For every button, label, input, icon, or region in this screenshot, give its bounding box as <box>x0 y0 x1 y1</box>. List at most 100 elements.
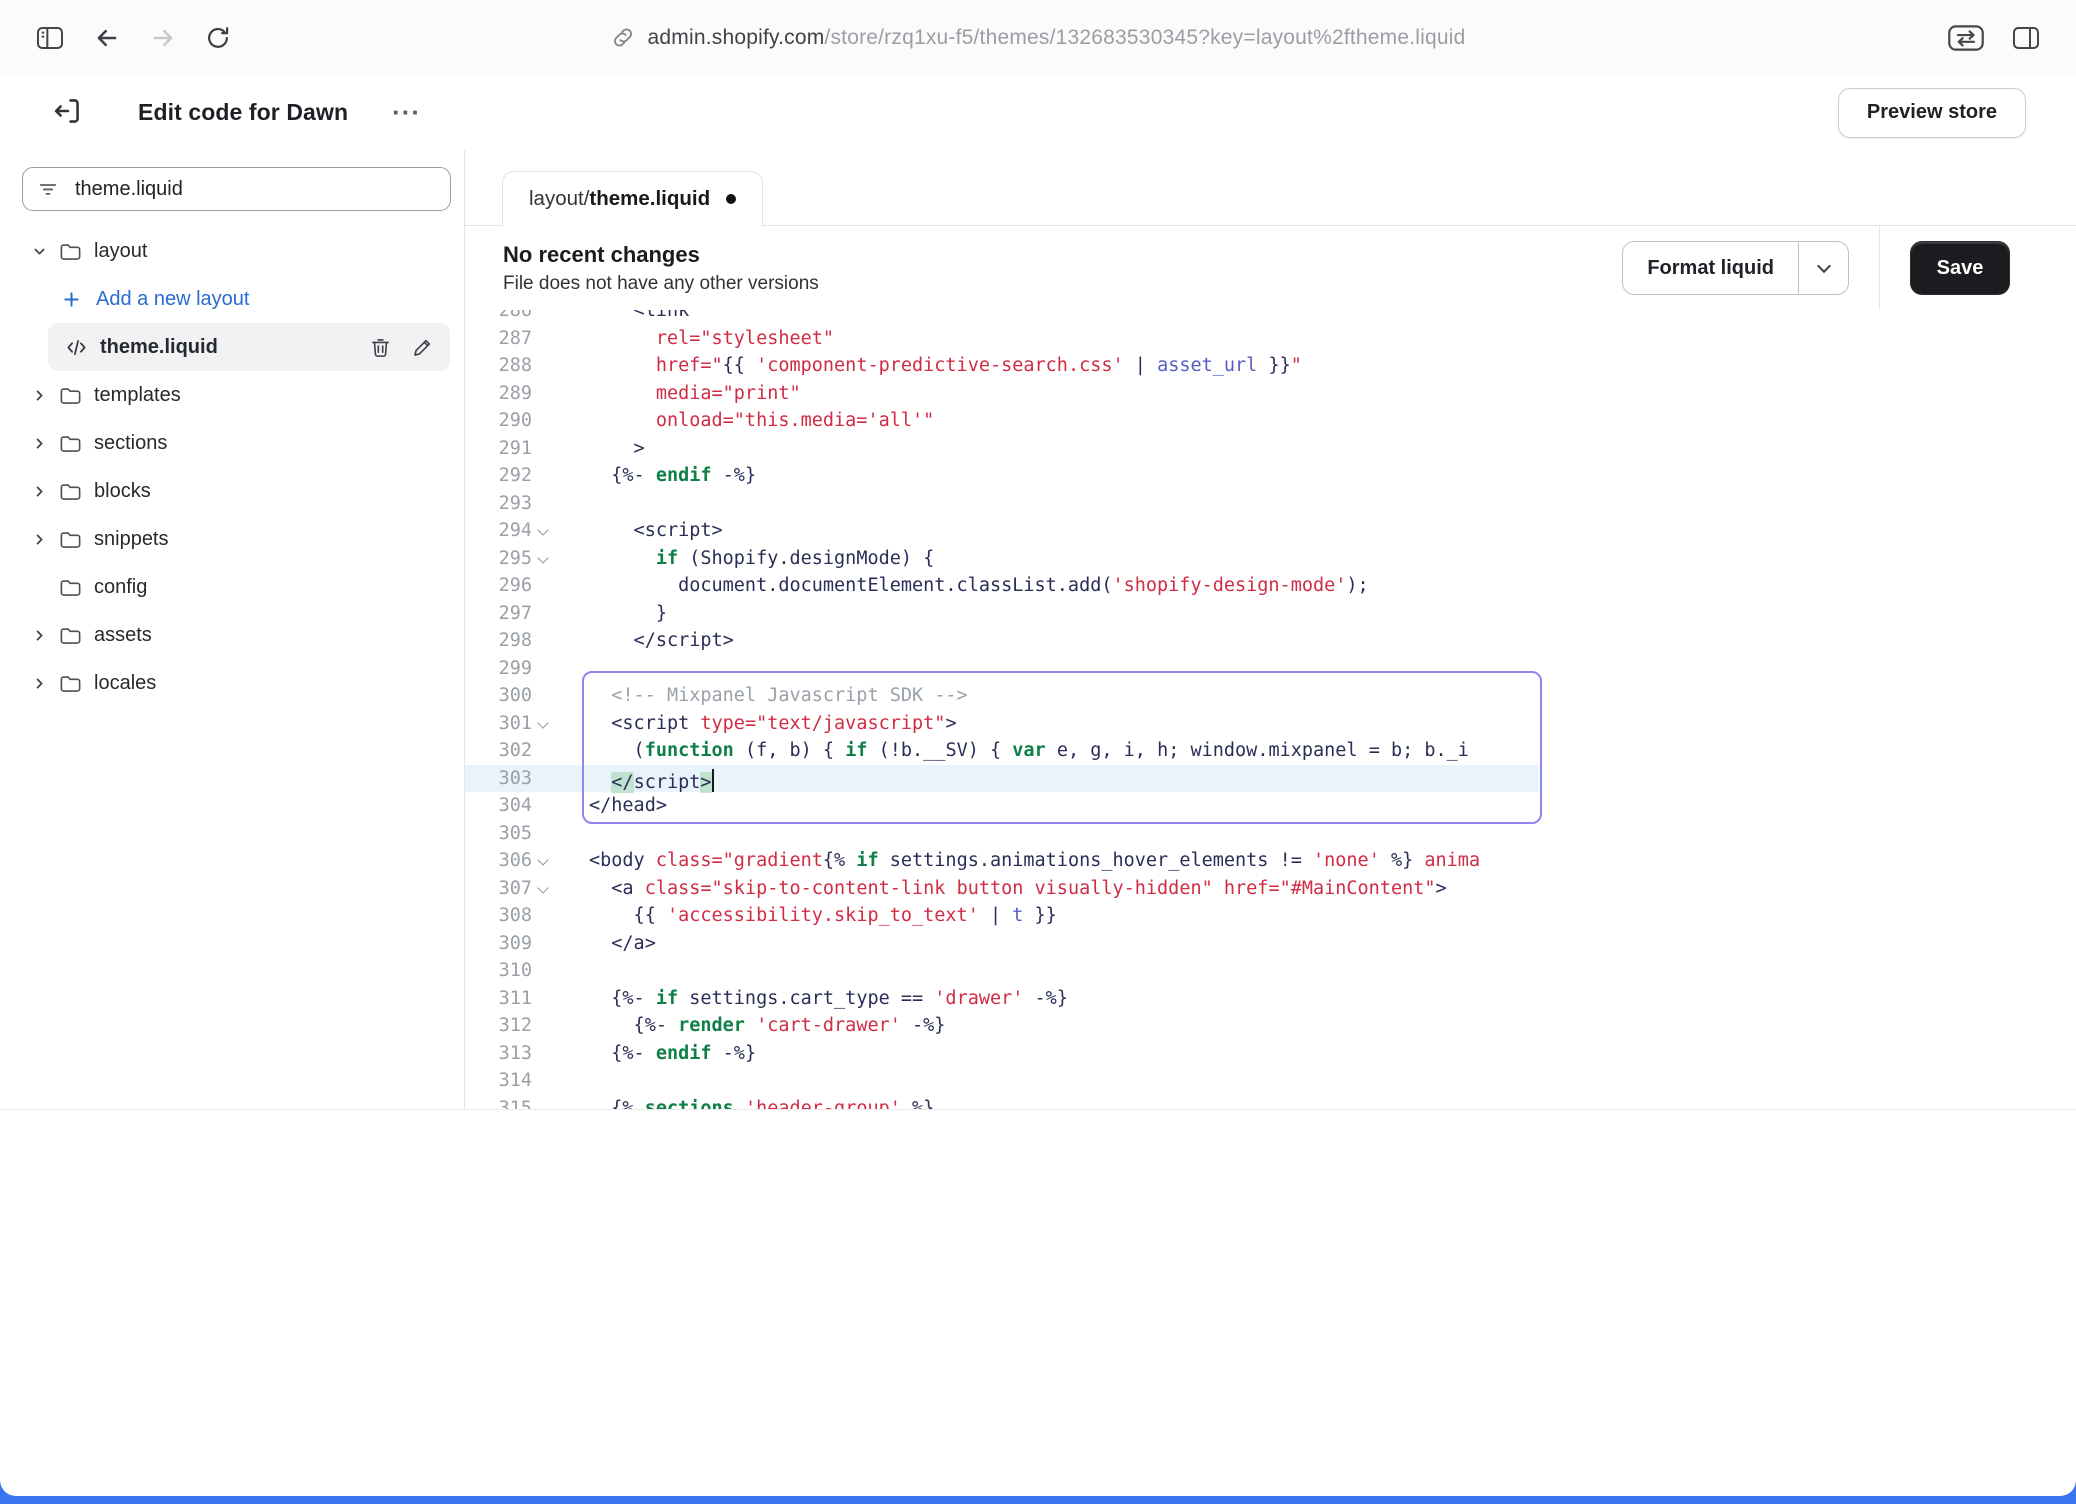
chevron-down-icon[interactable] <box>32 244 58 259</box>
chevron-right-icon[interactable] <box>32 436 58 451</box>
code-text[interactable]: media="print" <box>555 380 2076 408</box>
code-line-299[interactable]: 299 <box>465 655 2076 683</box>
code-text[interactable]: {{ 'accessibility.skip_to_text' | t }} <box>555 902 2076 930</box>
fold-toggle-icon[interactable] <box>532 710 555 738</box>
code-text[interactable]: (function (f, b) { if (!b.__SV) { var e,… <box>555 737 1542 765</box>
preview-store-button[interactable]: Preview store <box>1838 88 2026 138</box>
sidebar-item-theme-liquid[interactable]: theme.liquid <box>48 323 450 371</box>
trash-icon[interactable] <box>368 336 393 359</box>
code-text[interactable] <box>555 957 2076 985</box>
code-line-306[interactable]: 306<body class="gradient{% if settings.a… <box>465 847 2076 875</box>
code-text[interactable] <box>555 1067 2076 1095</box>
code-text[interactable]: {%- endif -%} <box>555 462 2076 490</box>
code-line-288[interactable]: 288 href="{{ 'component-predictive-searc… <box>465 352 2076 380</box>
code-line-289[interactable]: 289 media="print" <box>465 380 2076 408</box>
code-text[interactable]: {% sections 'header-group' %} <box>555 1095 2076 1110</box>
code-text[interactable]: <a class="skip-to-content-link button vi… <box>555 875 2076 903</box>
code-line-307[interactable]: 307 <a class="skip-to-content-link butto… <box>465 875 2076 903</box>
code-line-314[interactable]: 314 <box>465 1067 2076 1095</box>
sidebar-item-layout[interactable]: layout <box>22 227 450 275</box>
panel-right-toggle-icon[interactable] <box>2010 23 2042 53</box>
code-line-312[interactable]: 312 {%- render 'cart-drawer' -%} <box>465 1012 2076 1040</box>
code-text[interactable] <box>555 655 2076 683</box>
code-line-300[interactable]: 300 <!-- Mixpanel Javascript SDK --> <box>465 682 2076 710</box>
code-line-310[interactable]: 310 <box>465 957 2076 985</box>
code-text[interactable] <box>555 820 2076 848</box>
code-text[interactable]: </a> <box>555 930 2076 958</box>
code-text[interactable]: </script> <box>555 627 2076 655</box>
code-text[interactable]: <body class="gradient{% if settings.anim… <box>555 847 2076 875</box>
code-line-290[interactable]: 290 onload="this.media='all'" <box>465 407 2076 435</box>
code-line-304[interactable]: 304</head> <box>465 792 2076 820</box>
code-line-297[interactable]: 297 } <box>465 600 2076 628</box>
code-text[interactable] <box>555 490 2076 518</box>
code-text[interactable]: <!-- Mixpanel Javascript SDK --> <box>555 682 2076 710</box>
code-line-293[interactable]: 293 <box>465 490 2076 518</box>
chevron-right-icon[interactable] <box>32 628 58 643</box>
url-field[interactable]: admin.shopify.com/store/rzq1xu-f5/themes… <box>611 0 1466 75</box>
sidebar-item-blocks[interactable]: blocks <box>22 467 450 515</box>
code-line-309[interactable]: 309 </a> <box>465 930 2076 958</box>
code-line-287[interactable]: 287 rel="stylesheet" <box>465 325 2076 353</box>
code-text[interactable]: > <box>555 435 2076 463</box>
format-dropdown-button[interactable] <box>1798 242 1848 294</box>
sidebar-item-assets[interactable]: assets <box>22 611 450 659</box>
code-line-308[interactable]: 308 {{ 'accessibility.skip_to_text' | t … <box>465 902 2076 930</box>
code-text[interactable]: document.documentElement.classList.add('… <box>555 572 2076 600</box>
sidebar-toggle-icon[interactable] <box>34 23 66 53</box>
file-filter-input[interactable] <box>22 167 451 211</box>
code-line-313[interactable]: 313 {%- endif -%} <box>465 1040 2076 1068</box>
code-text[interactable]: } <box>555 600 2076 628</box>
code-text[interactable]: <script type="text/javascript"> <box>555 710 2076 738</box>
chevron-right-icon[interactable] <box>32 676 58 691</box>
code-line-303[interactable]: 303 </script> <box>465 765 2076 793</box>
code-line-286[interactable]: 286 <link <box>465 310 2076 325</box>
chevron-right-icon[interactable] <box>32 484 58 499</box>
save-button[interactable]: Save <box>1910 241 2010 295</box>
exit-button[interactable] <box>46 92 88 134</box>
code-line-291[interactable]: 291 > <box>465 435 2076 463</box>
code-line-298[interactable]: 298 </script> <box>465 627 2076 655</box>
code-text[interactable]: {%- endif -%} <box>555 1040 2076 1068</box>
code-line-305[interactable]: 305 <box>465 820 2076 848</box>
pencil-icon[interactable] <box>410 336 435 359</box>
back-icon[interactable] <box>92 23 122 53</box>
code-line-294[interactable]: 294 <script> <box>465 517 2076 545</box>
fold-toggle-icon[interactable] <box>532 875 555 903</box>
code-line-301[interactable]: 301 <script type="text/javascript"> <box>465 710 2076 738</box>
code-text[interactable]: <script> <box>555 517 2076 545</box>
sidebar-item-snippets[interactable]: snippets <box>22 515 450 563</box>
code-editor[interactable]: 286 <link287 rel="stylesheet"288 href="{… <box>465 310 2076 1109</box>
tab-theme-liquid[interactable]: layout/theme.liquid <box>502 171 763 226</box>
overflow-menu-button[interactable]: ··· <box>392 97 421 128</box>
code-text[interactable]: rel="stylesheet" <box>555 325 2076 353</box>
code-line-296[interactable]: 296 document.documentElement.classList.a… <box>465 572 2076 600</box>
chevron-right-icon[interactable] <box>32 388 58 403</box>
code-text[interactable]: onload="this.media='all'" <box>555 407 2076 435</box>
format-liquid-button[interactable]: Format liquid <box>1622 241 1849 295</box>
chevron-right-icon[interactable] <box>32 532 58 547</box>
fold-toggle-icon[interactable] <box>532 847 555 875</box>
code-line-292[interactable]: 292 {%- endif -%} <box>465 462 2076 490</box>
code-text[interactable]: <link <box>555 310 2076 325</box>
fold-toggle-icon[interactable] <box>532 517 555 545</box>
code-text[interactable]: </script> <box>555 765 2076 793</box>
sidebar-item-locales[interactable]: locales <box>22 659 450 707</box>
code-text[interactable]: href="{{ 'component-predictive-search.cs… <box>555 352 2076 380</box>
sidebar-item-add-layout[interactable]: Add a new layout <box>22 275 450 323</box>
sidebar-item-config[interactable]: config <box>22 563 450 611</box>
code-text[interactable]: {%- render 'cart-drawer' -%} <box>555 1012 2076 1040</box>
forward-icon[interactable] <box>148 23 178 53</box>
sidebar-item-sections[interactable]: sections <box>22 419 450 467</box>
extensions-icon[interactable] <box>1944 22 1988 54</box>
code-line-311[interactable]: 311 {%- if settings.cart_type == 'drawer… <box>465 985 2076 1013</box>
code-text[interactable]: if (Shopify.designMode) { <box>555 545 2076 573</box>
fold-toggle-icon[interactable] <box>532 545 555 573</box>
code-line-315[interactable]: 315 {% sections 'header-group' %} <box>465 1095 2076 1110</box>
reload-icon[interactable] <box>204 24 232 52</box>
code-line-295[interactable]: 295 if (Shopify.designMode) { <box>465 545 2076 573</box>
sidebar-item-templates[interactable]: templates <box>22 371 450 419</box>
code-line-302[interactable]: 302 (function (f, b) { if (!b.__SV) { va… <box>465 737 2076 765</box>
code-text[interactable]: {%- if settings.cart_type == 'drawer' -%… <box>555 985 2076 1013</box>
code-text[interactable]: </head> <box>555 792 2076 820</box>
